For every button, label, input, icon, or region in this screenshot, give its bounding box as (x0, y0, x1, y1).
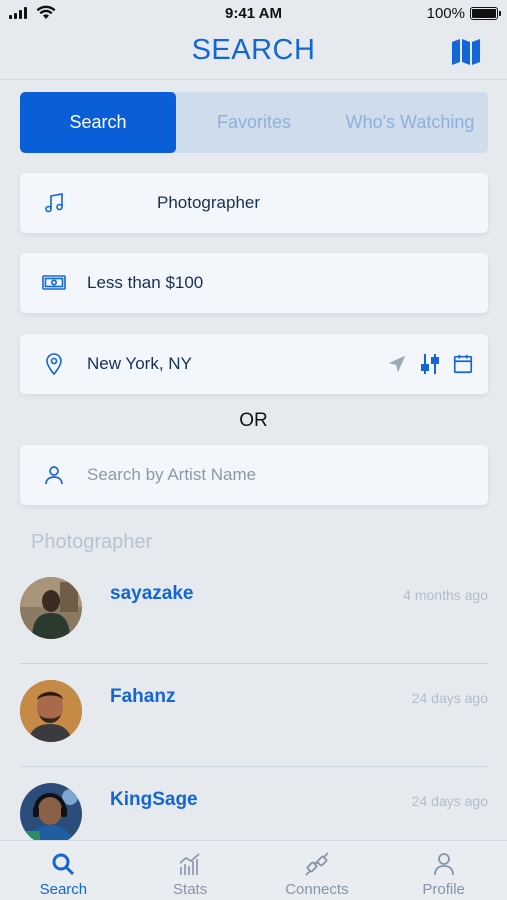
battery-percent: 100% (426, 5, 465, 22)
tabbar-connects[interactable]: Connects (254, 841, 381, 900)
artist-name: Fahanz (110, 686, 176, 707)
category-field[interactable]: Photographer (20, 173, 488, 233)
results-section-label: Photographer (31, 531, 153, 553)
tabbar-stats[interactable]: Stats (127, 841, 254, 900)
artist-search-placeholder: Search by Artist Name (87, 465, 257, 484)
search-tabs: Search Favorites Who's Watching (20, 92, 488, 153)
avatar (20, 680, 82, 742)
budget-field[interactable]: Less than $100 (20, 253, 488, 313)
filter-sliders-icon[interactable] (420, 352, 440, 376)
avatar (20, 577, 82, 639)
tabbar-label: Profile (422, 881, 465, 898)
category-value: Photographer (157, 193, 261, 212)
tab-bar: Search Stats Connects Profile (0, 840, 507, 900)
budget-value: Less than $100 (87, 273, 204, 292)
navigation-arrow-icon[interactable] (386, 353, 408, 375)
location-actions (386, 352, 474, 376)
timestamp: 24 days ago (411, 793, 488, 809)
tab-favorites[interactable]: Favorites (176, 92, 332, 153)
nav-header: SEARCH (0, 28, 507, 80)
list-item[interactable]: Fahanz 24 days ago (20, 664, 488, 767)
artist-name: KingSage (110, 789, 198, 810)
tabbar-label: Search (39, 881, 88, 898)
map-icon[interactable] (451, 38, 481, 66)
artist-name: sayazake (110, 583, 194, 604)
page-title: SEARCH (191, 34, 316, 66)
music-note-icon (45, 193, 63, 213)
status-bar: 9:41 AM 100% (0, 0, 507, 28)
timestamp: 4 months ago (403, 587, 488, 603)
tabbar-search[interactable]: Search (0, 841, 127, 900)
battery-icon (470, 7, 501, 20)
tab-search[interactable]: Search (20, 92, 176, 153)
calendar-icon[interactable] (452, 353, 474, 375)
artist-search-field[interactable]: Search by Artist Name (20, 445, 488, 505)
tab-whos-watching[interactable]: Who's Watching (332, 92, 488, 153)
stats-icon (179, 853, 200, 875)
connects-icon (305, 852, 329, 876)
or-divider: OR (239, 410, 268, 431)
avatar (20, 783, 82, 845)
location-pin-icon (46, 353, 62, 376)
tabbar-profile[interactable]: Profile (380, 841, 507, 900)
location-value: New York, NY (87, 354, 192, 373)
location-field[interactable]: New York, NY (20, 334, 488, 394)
timestamp: 24 days ago (411, 690, 488, 706)
money-icon (42, 275, 66, 290)
profile-icon (433, 853, 454, 876)
tabbar-label: Connects (285, 881, 349, 898)
tabbar-label: Stats (173, 881, 208, 898)
person-icon (45, 466, 63, 485)
list-item[interactable]: sayazake 4 months ago (20, 561, 488, 664)
search-icon (52, 853, 75, 876)
